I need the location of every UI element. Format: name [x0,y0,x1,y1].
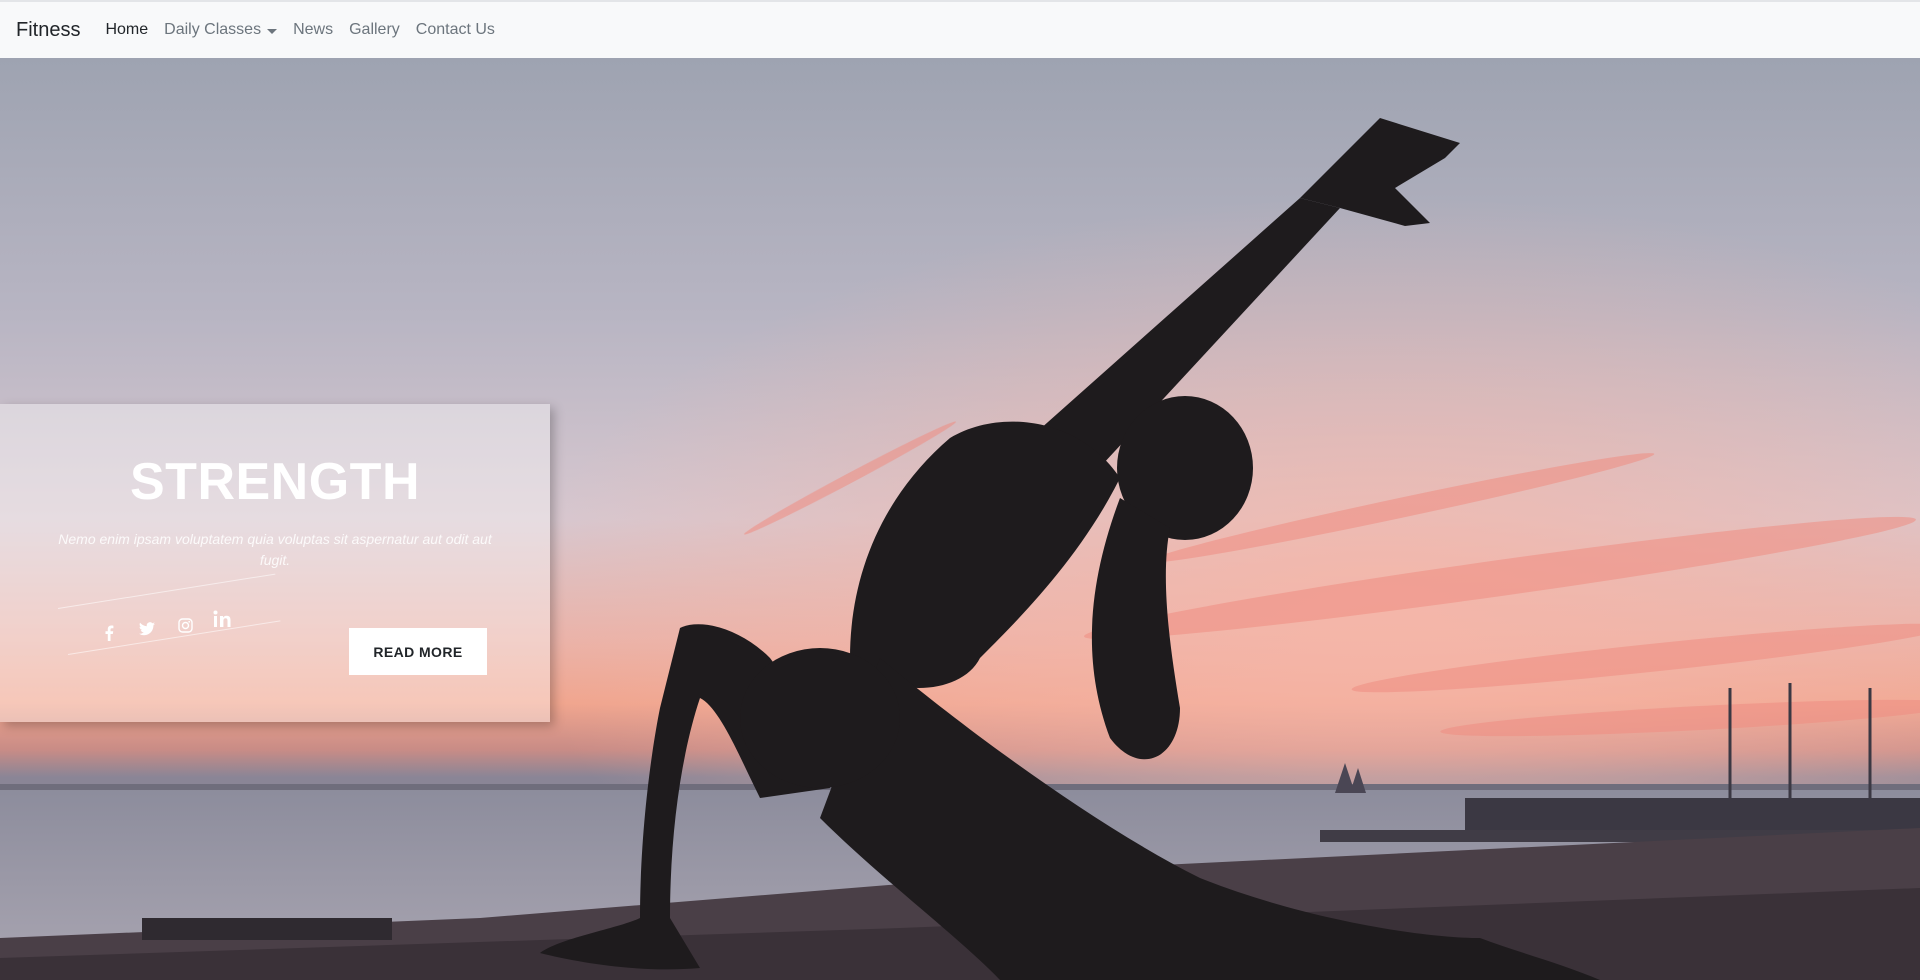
social-links [57,573,281,656]
instagram-icon[interactable] [174,614,196,636]
nav-daily-classes-label: Daily Classes [164,21,262,38]
linkedin-icon[interactable] [212,608,234,630]
chevron-down-icon [267,28,278,34]
nav-gallery[interactable]: Gallery [349,21,400,39]
nav-contact-us[interactable]: Contact Us [416,21,495,39]
brand-logo[interactable]: Fitness [16,19,80,42]
twitter-icon[interactable] [136,618,158,640]
hero-section: STRENGTH Nemo enim ipsam voluptatem quia… [0,58,1920,980]
hero-card: STRENGTH Nemo enim ipsam voluptatem quia… [0,404,550,722]
hero-text: Nemo enim ipsam voluptatem quia voluptas… [58,531,492,568]
navbar: Fitness Home Daily Classes News Gallery … [0,0,1920,58]
nav-home-label: Home [105,21,149,38]
nav-daily-classes[interactable]: Daily Classes [164,21,278,39]
nav-news-label: News [293,21,334,38]
facebook-icon[interactable] [98,622,120,644]
nav-news[interactable]: News [293,21,333,39]
nav-home[interactable]: Home [105,21,148,39]
hero-title: STRENGTH [130,453,420,511]
social-divider-top [57,573,276,609]
nav-contact-us-label: Contact Us [415,21,495,38]
nav-gallery-label: Gallery [349,21,400,38]
read-more-button[interactable]: READ MORE [349,628,487,675]
